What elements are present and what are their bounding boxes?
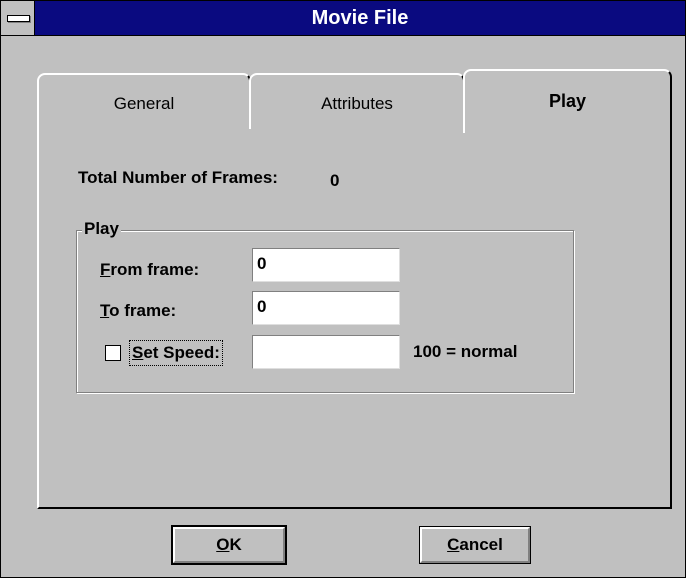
cancel-button[interactable]: Cancel — [419, 526, 531, 564]
to-frame-input[interactable]: 0 — [252, 291, 400, 325]
to-frame-label: To frame: — [100, 301, 176, 321]
from-frame-label-text: rom frame: — [110, 260, 200, 279]
ok-button[interactable]: OK — [171, 525, 287, 565]
total-frames-value: 0 — [330, 171, 340, 190]
to-frame-label-text: o frame: — [109, 301, 177, 320]
tab-general[interactable]: General — [37, 73, 251, 131]
tab-play[interactable]: Play — [463, 69, 672, 133]
tab-attributes[interactable]: Attributes — [249, 73, 465, 131]
set-speed-label[interactable]: Set Speed: — [129, 340, 223, 366]
system-menu-icon — [7, 15, 30, 22]
cancel-mnemonic: C — [447, 535, 460, 554]
from-frame-mnemonic: F — [100, 260, 111, 279]
from-frame-input[interactable]: 0 — [252, 248, 400, 282]
set-speed-label-text: et Speed: — [143, 343, 220, 362]
window-title: Movie File — [311, 7, 409, 29]
title-bar[interactable]: Movie File — [1, 1, 685, 36]
cancel-label-text: ancel — [459, 535, 503, 554]
movie-file-dialog: Movie File General Attributes Play Total… — [0, 0, 686, 578]
system-menu-button[interactable] — [1, 1, 35, 35]
set-speed-input[interactable] — [252, 335, 400, 369]
ok-mnemonic: O — [216, 535, 230, 554]
set-speed-mnemonic: S — [132, 343, 144, 362]
speed-hint: 100 = normal — [413, 342, 518, 361]
to-frame-mnemonic: T — [100, 301, 110, 320]
play-group-title: Play — [82, 219, 121, 239]
total-frames-label: Total Number of Frames: — [78, 168, 278, 187]
from-frame-label: From frame: — [100, 260, 199, 280]
ok-label-text: K — [229, 535, 242, 554]
set-speed-checkbox[interactable] — [105, 345, 121, 361]
